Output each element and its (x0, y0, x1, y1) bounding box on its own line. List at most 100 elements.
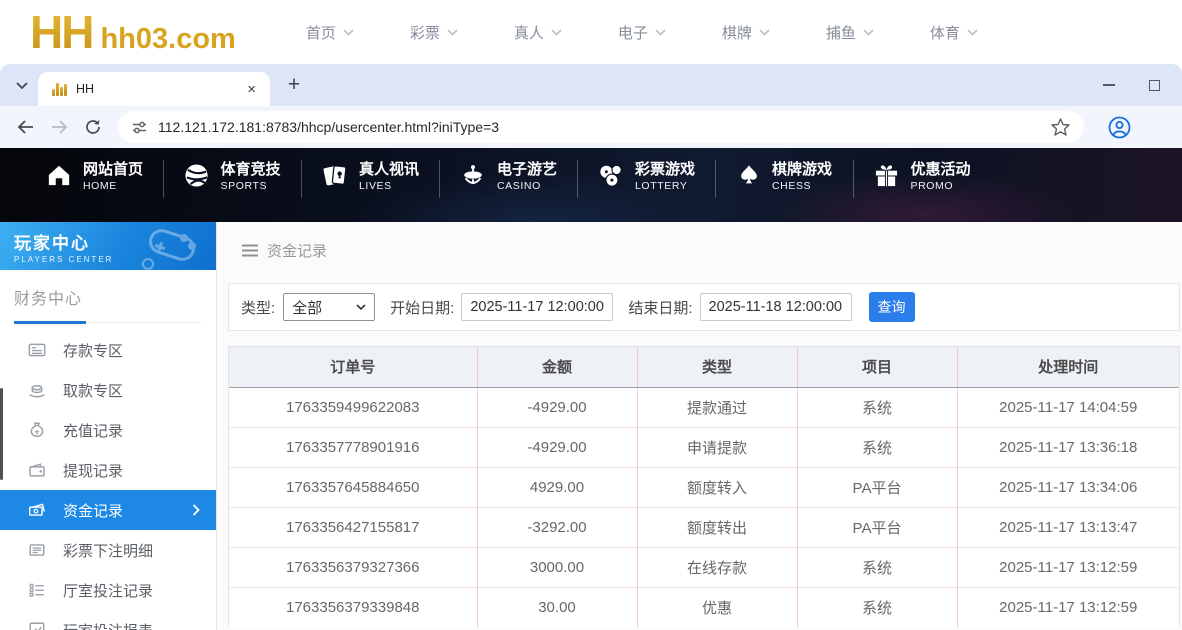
forward-button[interactable] (42, 110, 76, 144)
minimize-icon[interactable] (1103, 84, 1115, 86)
home-icon (46, 163, 72, 187)
game-nav-label-zh: 电子游艺 (497, 160, 557, 179)
site-header: HH hh03.com 首页 彩票 真人 电子 棋牌 捕鱼 体育 (0, 0, 1182, 64)
game-nav: 网站首页HOME 体育竞技SPORTS 真人视讯LIVES 电子游艺CASINO… (0, 148, 1182, 222)
table-row: 1763357645884650 4929.00 额度转入 PA平台 2025-… (229, 467, 1179, 507)
game-nav-label-zh: 真人视讯 (359, 160, 419, 179)
game-nav-label-en: PROMO (910, 179, 970, 193)
maximize-icon[interactable] (1149, 80, 1160, 91)
lottery-icon (598, 163, 624, 188)
sidebar-item-deposit[interactable]: 存款专区 (0, 330, 216, 370)
withdrawal-record-icon (28, 461, 46, 479)
game-nav-label-zh: 棋牌游戏 (772, 160, 832, 179)
top-nav-sports[interactable]: 体育 (902, 22, 1006, 43)
game-nav-label-en: LOTTERY (635, 179, 695, 193)
col-header-type: 类型 (637, 347, 797, 387)
type-select[interactable]: 全部 (283, 293, 375, 321)
window-controls (1103, 64, 1160, 106)
site-info-icon[interactable] (132, 121, 147, 134)
game-nav-label-zh: 彩票游戏 (635, 160, 695, 179)
game-nav-promo[interactable]: 优惠活动PROMO (854, 160, 991, 222)
query-button[interactable]: 查询 (869, 292, 915, 322)
sidebar-item-player-bet-report[interactable]: 玩家投注报表 (0, 610, 216, 630)
chess-icon (737, 163, 761, 188)
game-nav-casino[interactable]: 电子游艺CASINO (440, 160, 577, 222)
top-nav-home[interactable]: 首页 (278, 22, 382, 43)
recharge-record-icon (28, 421, 46, 439)
cell-amount: -3292.00 (477, 507, 637, 547)
game-nav-chess[interactable]: 棋牌游戏CHESS (716, 160, 853, 222)
col-header-project: 项目 (797, 347, 957, 387)
withdraw-icon (28, 381, 46, 399)
back-icon (17, 120, 34, 134)
cell-project: 系统 (797, 547, 957, 587)
game-nav-home[interactable]: 网站首页HOME (26, 160, 163, 222)
url-bar[interactable]: 112.121.172.181:8783/hhcp/usercenter.htm… (118, 111, 1084, 143)
lottery-bet-icon (28, 541, 46, 559)
tab-close-icon[interactable]: × (243, 80, 260, 99)
filter-bar: 类型: 全部 开始日期: 结束日期: 查询 (228, 283, 1180, 331)
game-nav-label-en: CHESS (772, 179, 832, 193)
cell-order-no: 1763356379327366 (229, 547, 477, 587)
profile-button[interactable] (1102, 110, 1136, 144)
game-nav-label-en: LIVES (359, 179, 419, 193)
top-nav-electronic[interactable]: 电子 (590, 22, 694, 43)
sidebar-item-label: 玩家投注报表 (63, 620, 153, 630)
game-nav-sports[interactable]: 体育竞技SPORTS (164, 160, 301, 222)
browser-tab[interactable]: HH × (38, 72, 270, 106)
top-nav-live[interactable]: 真人 (486, 22, 590, 43)
page-title: 资金记录 (267, 240, 327, 261)
top-nav-fishing[interactable]: 捕鱼 (798, 22, 902, 43)
game-nav-lives[interactable]: 真人视讯LIVES (302, 160, 439, 222)
back-button[interactable] (8, 110, 42, 144)
sidebar-item-funds-record[interactable]: 资金记录 (0, 490, 216, 530)
chevron-down-icon (343, 29, 354, 36)
players-center-header: 玩家中心 PLAYERS CENTER (0, 222, 216, 270)
tab-search-button[interactable] (10, 74, 34, 98)
game-nav-label-zh: 体育竞技 (220, 160, 280, 179)
report-icon (28, 621, 46, 630)
chevron-down-icon (655, 29, 666, 36)
sidebar-item-label: 提现记录 (63, 460, 123, 481)
game-nav-lottery[interactable]: 彩票游戏LOTTERY (578, 160, 715, 222)
end-date-input[interactable] (700, 293, 852, 321)
reload-button[interactable] (76, 110, 110, 144)
sidebar: 玩家中心 PLAYERS CENTER 财务中心 存款专区 取款专区 (0, 222, 217, 630)
chevron-down-icon (16, 82, 28, 90)
table-row: 1763357778901916 -4929.00 申请提款 系统 2025-1… (229, 427, 1179, 467)
start-date-label: 开始日期: (390, 297, 454, 318)
game-nav-label-zh: 优惠活动 (910, 160, 970, 179)
page-scrollbar[interactable] (0, 388, 3, 480)
cell-type: 申请提款 (637, 427, 797, 467)
sidebar-item-lottery-bet-detail[interactable]: 彩票下注明细 (0, 530, 216, 570)
sidebar-item-room-bet-record[interactable]: 厅室投注记录 (0, 570, 216, 610)
cell-type: 提款通过 (637, 387, 797, 427)
new-tab-button[interactable]: + (282, 73, 306, 97)
top-nav-lottery[interactable]: 彩票 (382, 22, 486, 43)
table-row: 1763356379327366 3000.00 在线存款 系统 2025-11… (229, 547, 1179, 587)
chevron-down-icon (447, 29, 458, 36)
start-date-input[interactable] (461, 293, 613, 321)
cell-amount: 4929.00 (477, 467, 637, 507)
sidebar-item-withdrawal-record[interactable]: 提现记录 (0, 450, 216, 490)
cell-amount: -4929.00 (477, 427, 637, 467)
site-logo-domain: hh03.com (100, 23, 235, 56)
sidebar-item-withdraw[interactable]: 取款专区 (0, 370, 216, 410)
site-logo[interactable]: HH hh03.com (30, 5, 236, 59)
hamburger-icon[interactable] (242, 244, 258, 257)
profile-icon (1108, 116, 1131, 139)
top-nav-chess[interactable]: 棋牌 (694, 22, 798, 43)
browser-tabstrip: HH × + (0, 64, 1182, 106)
sidebar-item-recharge-record[interactable]: 充值记录 (0, 410, 216, 450)
browser-toolbar: 112.121.172.181:8783/hhcp/usercenter.htm… (0, 106, 1182, 148)
bookmark-star-icon[interactable] (1051, 118, 1070, 136)
cell-time: 2025-11-17 14:04:59 (957, 387, 1179, 427)
chevron-down-icon (863, 29, 874, 36)
game-nav-label-en: HOME (83, 179, 143, 193)
gift-icon (874, 163, 899, 188)
cell-project: 系统 (797, 427, 957, 467)
tab-title: HH (76, 82, 243, 96)
sidebar-item-label: 厅室投注记录 (63, 580, 153, 601)
cell-order-no: 1763356379339848 (229, 587, 477, 627)
cell-time: 2025-11-17 13:13:47 (957, 507, 1179, 547)
